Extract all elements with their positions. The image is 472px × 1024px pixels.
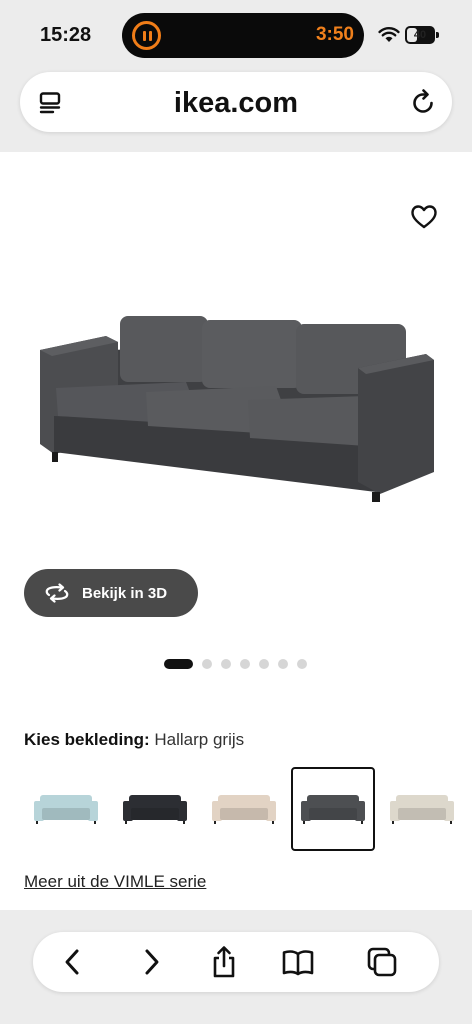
share-icon — [213, 946, 235, 978]
status-bar: 15:28 3:50 40 — [0, 0, 472, 70]
upholstery-value: Hallarp grijs — [154, 730, 245, 749]
browser-toolbar — [0, 910, 472, 1024]
upholstery-swatch[interactable] — [24, 767, 108, 851]
sofa-thumbnail — [212, 795, 276, 824]
back-icon — [65, 949, 79, 975]
upholstery-heading: Kies bekleding: Hallarp grijs — [24, 730, 244, 750]
toolbar-pill — [33, 932, 439, 992]
carousel-dot[interactable] — [240, 659, 250, 669]
upholstery-options — [24, 767, 472, 853]
series-link[interactable]: Meer uit de VIMLE serie — [24, 872, 206, 892]
carousel-dot[interactable] — [297, 659, 307, 669]
sofa-thumbnail — [390, 795, 454, 824]
battery-icon: 40 — [405, 26, 435, 44]
carousel-dot[interactable] — [278, 659, 288, 669]
tabs-button[interactable] — [364, 944, 400, 980]
sofa-thumbnail — [301, 795, 365, 824]
heart-icon[interactable] — [410, 204, 438, 230]
carousel-dot[interactable] — [259, 659, 269, 669]
view-3d-button[interactable]: Bekijk in 3D — [24, 569, 198, 617]
sofa-image — [40, 316, 434, 502]
address-bar[interactable]: ikea.com — [20, 72, 452, 132]
reload-icon[interactable] — [410, 89, 436, 115]
back-button[interactable] — [55, 944, 91, 980]
upholstery-label: Kies bekleding: — [24, 730, 150, 749]
sofa-thumbnail — [34, 795, 98, 824]
url-text[interactable]: ikea.com — [20, 87, 452, 120]
image-carousel-indicator[interactable] — [164, 659, 307, 669]
rotate-3d-icon — [45, 583, 69, 603]
bookmarks-button[interactable] — [280, 944, 316, 980]
upholstery-swatch[interactable] — [380, 767, 464, 851]
bookmarks-icon — [282, 950, 314, 976]
upholstery-swatch[interactable] — [202, 767, 286, 851]
dynamic-island[interactable]: 3:50 — [122, 13, 364, 58]
carousel-dot[interactable] — [164, 659, 193, 669]
island-timer: 3:50 — [315, 24, 354, 45]
share-button[interactable] — [206, 944, 242, 980]
sofa-thumbnail — [123, 795, 187, 824]
upholstery-swatch[interactable] — [291, 767, 375, 851]
battery-percentage: 40 — [413, 29, 427, 41]
tabs-icon — [367, 947, 397, 977]
upholstery-swatch[interactable] — [113, 767, 197, 851]
forward-icon — [145, 949, 159, 975]
view-3d-label: Bekijk in 3D — [82, 584, 168, 602]
pause-icon[interactable] — [132, 21, 161, 50]
screen: 15:28 3:50 40 ikea.com Bekijk in 3D Kies… — [0, 0, 472, 1024]
carousel-dot[interactable] — [221, 659, 231, 669]
forward-button[interactable] — [133, 944, 169, 980]
battery-tip — [436, 32, 439, 38]
carousel-dot[interactable] — [202, 659, 212, 669]
browser-top-bar: ikea.com — [0, 70, 472, 152]
wifi-icon — [378, 27, 400, 42]
product-image-area[interactable]: Bekijk in 3D — [0, 152, 472, 642]
status-time: 15:28 — [40, 24, 92, 46]
